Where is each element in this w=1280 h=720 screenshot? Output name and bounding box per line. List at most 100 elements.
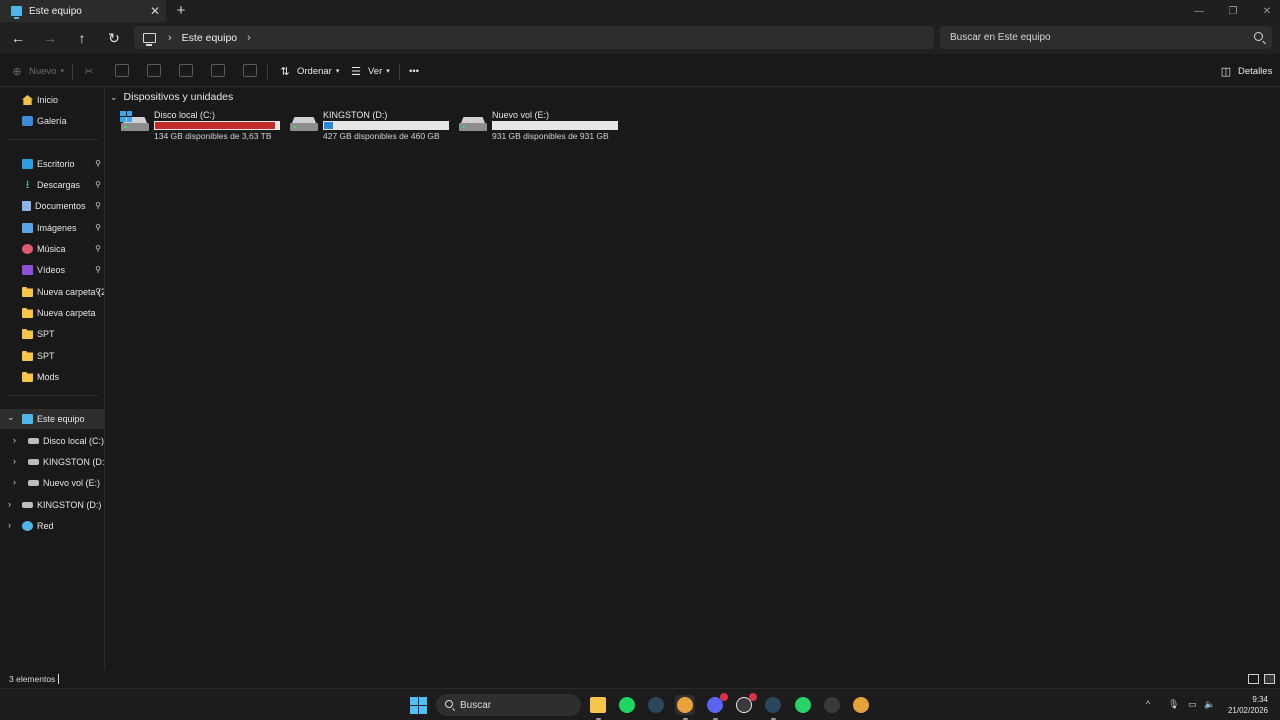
sidebar-item-nuevo-vol-e[interactable]: › Nuevo vol (E:) xyxy=(0,473,104,493)
maximize-button[interactable]: ❐ xyxy=(1216,0,1250,22)
group-header-devices[interactable]: ⌄ Dispositivos y unidades xyxy=(110,91,233,103)
large-icons-view-button[interactable] xyxy=(1264,674,1275,684)
chevron-right-icon[interactable]: › xyxy=(13,477,16,487)
file-explorer-icon[interactable] xyxy=(588,695,608,720)
sidebar-item-imagenes[interactable]: Imágenes ⚲ xyxy=(0,218,104,238)
details-view-button[interactable] xyxy=(1248,674,1259,684)
start-button[interactable] xyxy=(410,697,427,714)
pin-icon: ⚲ xyxy=(95,223,101,232)
navigation-bar: ← → ↑ ↻ › Este equipo › Buscar en Este e… xyxy=(0,22,1280,54)
drive-item-e[interactable]: Nuevo vol (E:) 931 GB disponibles de 931… xyxy=(458,108,618,142)
sort-icon: ⇅ xyxy=(280,65,290,78)
details-button[interactable]: ◫ Detalles xyxy=(1220,62,1273,80)
sort-button[interactable]: ⇅ Ordenar ▾ xyxy=(279,62,339,80)
volume-icon[interactable]: 🔈 xyxy=(1204,699,1215,710)
search-input[interactable]: Buscar en Este equipo xyxy=(940,26,1272,49)
sidebar-item-label: SPT xyxy=(37,329,55,339)
this-pc-icon xyxy=(143,32,156,46)
sidebar-item-kingston-d-removable[interactable]: › KINGSTON (D:) xyxy=(0,495,104,515)
minimize-button[interactable]: — xyxy=(1182,0,1216,22)
more-options-button[interactable]: ••• xyxy=(409,62,419,80)
sidebar-item-inicio[interactable]: Inicio xyxy=(0,90,104,110)
breadcrumb-este-equipo[interactable]: Este equipo xyxy=(182,32,237,44)
sidebar-item-spt[interactable]: SPT xyxy=(0,346,104,366)
group-title: Dispositivos y unidades xyxy=(123,91,234,103)
copy-icon[interactable] xyxy=(115,64,129,77)
chevron-right-icon[interactable]: › xyxy=(13,456,16,466)
drive-item-c[interactable]: Disco local (C:) 134 GB disponibles de 3… xyxy=(120,108,280,142)
address-bar[interactable]: › Este equipo › xyxy=(134,26,934,49)
breadcrumb-chevron-icon[interactable]: › xyxy=(247,32,251,44)
sidebar-item-label: Nueva carpeta (2) xyxy=(37,287,104,297)
chevron-right-icon[interactable]: › xyxy=(8,520,11,530)
sidebar-item-nueva-carpeta-2[interactable]: Nueva carpeta (2) ⚲ xyxy=(0,282,104,302)
search-icon xyxy=(1254,32,1263,41)
tray-chevron-icon[interactable]: ^ xyxy=(1146,699,1150,709)
network-tray-icon[interactable]: ▭ xyxy=(1188,699,1197,710)
back-button[interactable]: ← xyxy=(6,27,30,49)
share-icon[interactable] xyxy=(211,64,225,77)
steam-icon[interactable] xyxy=(646,695,666,715)
sidebar-item-nueva-carpeta[interactable]: Nueva carpeta xyxy=(0,303,104,323)
sidebar-item-documentos[interactable]: Documentos ⚲ xyxy=(0,196,104,216)
folder-icon xyxy=(22,287,33,297)
delete-icon[interactable] xyxy=(243,64,257,77)
sidebar-item-label: Red xyxy=(37,521,54,531)
new-button[interactable]: ⊕ Nuevo ▾ xyxy=(11,62,64,80)
image-icon xyxy=(22,223,33,233)
clock-app-icon[interactable] xyxy=(734,693,757,715)
discord-icon[interactable] xyxy=(705,693,728,720)
tab-este-equipo[interactable]: Este equipo ✕ xyxy=(0,0,166,22)
sidebar-item-mods[interactable]: Mods xyxy=(0,367,104,387)
sidebar-item-label: Descargas xyxy=(37,180,81,190)
sidebar-item-escritorio[interactable]: Escritorio ⚲ xyxy=(0,154,104,174)
chevron-right-icon[interactable]: › xyxy=(13,435,16,445)
new-tab-button[interactable]: + xyxy=(172,2,190,20)
drive-name: Disco local (C:) xyxy=(154,110,216,120)
sidebar-item-label: SPT xyxy=(37,351,55,361)
gallery-icon xyxy=(22,116,33,126)
refresh-button[interactable]: ↻ xyxy=(102,27,126,49)
sidebar-item-red[interactable]: › Red xyxy=(0,516,104,536)
windows-logo-icon xyxy=(120,111,132,122)
chevron-down-icon[interactable]: ⌄ xyxy=(7,412,15,423)
app-icon[interactable] xyxy=(851,695,871,715)
up-button[interactable]: ↑ xyxy=(70,27,94,49)
chevron-down-icon: ▾ xyxy=(386,68,390,75)
sidebar-item-musica[interactable]: Música ⚲ xyxy=(0,239,104,259)
whatsapp-icon[interactable] xyxy=(793,695,813,715)
chrome-icon[interactable] xyxy=(675,695,695,720)
sidebar-item-descargas[interactable]: ⭳ Descargas ⚲ xyxy=(0,175,104,195)
chevron-right-icon[interactable]: › xyxy=(8,499,11,509)
sidebar-item-kingston-d[interactable]: › KINGSTON (D:) xyxy=(0,452,104,472)
more-icon: ••• xyxy=(409,65,419,77)
app-icon[interactable] xyxy=(822,695,842,715)
cut-button[interactable]: ✂ xyxy=(83,62,101,80)
close-window-button[interactable]: ✕ xyxy=(1250,0,1280,22)
breadcrumb-separator[interactable]: › xyxy=(168,32,172,44)
view-button[interactable]: ☰ Ver ▾ xyxy=(350,62,390,80)
rename-icon[interactable] xyxy=(179,64,193,77)
forward-button[interactable]: → xyxy=(38,27,62,49)
taskbar-search[interactable]: Buscar xyxy=(436,694,581,716)
sidebar-item-videos[interactable]: Vídeos ⚲ xyxy=(0,260,104,280)
system-clock[interactable]: 9:34 21/02/2026 xyxy=(1228,694,1268,716)
taskbar: Buscar ^ 🎙 ▭ 🔈 9:34 21/02/2026 xyxy=(0,688,1280,720)
toolbar-divider xyxy=(72,64,73,80)
command-bar: ⊕ Nuevo ▾ ✂ ⇅ Ordenar ▾ ☰ Ver ▾ ••• ◫ De… xyxy=(0,54,1280,87)
spotify-icon[interactable] xyxy=(617,695,637,715)
hard-drive-icon xyxy=(290,117,318,132)
sidebar-item-label: Imágenes xyxy=(37,223,77,233)
sidebar-item-label: Escritorio xyxy=(37,159,75,169)
microphone-icon[interactable]: 🎙 xyxy=(1168,699,1179,710)
steam-icon[interactable] xyxy=(763,695,783,720)
sidebar-item-este-equipo[interactable]: ⌄ Este equipo xyxy=(0,409,104,429)
sidebar-item-galeria[interactable]: Galería xyxy=(0,111,104,131)
tab-close-button[interactable]: ✕ xyxy=(144,4,166,18)
toolbar-divider xyxy=(399,64,400,80)
plus-circle-icon: ⊕ xyxy=(12,65,22,78)
drive-item-d[interactable]: KINGSTON (D:) 427 GB disponibles de 460 … xyxy=(289,108,449,142)
sidebar-item-spt[interactable]: SPT xyxy=(0,324,104,344)
paste-icon[interactable] xyxy=(147,64,161,77)
sidebar-item-disco-local-c[interactable]: › Disco local (C:) xyxy=(0,431,104,451)
